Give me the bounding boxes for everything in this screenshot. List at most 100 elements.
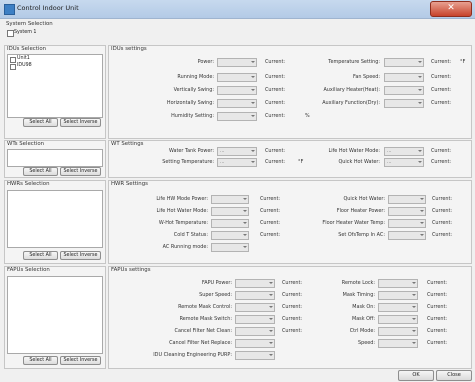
- title-bar: Control Indoor Unit ✕: [0, 0, 475, 19]
- idu-power-label: Power:: [197, 59, 214, 65]
- fapu-mask-timing-select[interactable]: [378, 291, 418, 300]
- hwr-life-mode-current: Current:: [260, 208, 281, 214]
- wt-power-label: Water Tank Power:: [168, 148, 214, 154]
- fapu-settings-title: FAPUs settings: [111, 267, 151, 273]
- idu-vertical-swing-select[interactable]: [217, 86, 257, 95]
- idu-aux-heat-select[interactable]: [384, 86, 424, 95]
- idu-settings-title: IDUs settings: [111, 46, 147, 52]
- idu-aux-dry-select[interactable]: [384, 99, 424, 108]
- hwr-floor-heater-power-select[interactable]: [388, 207, 426, 216]
- idu-selection-title: IDUs Selection: [7, 46, 47, 52]
- hwr-quick-hot-water-select[interactable]: [388, 195, 426, 204]
- fapu-mask-off-label: Mask Off:: [351, 316, 375, 322]
- hwr-w-hot-temp-select[interactable]: [211, 219, 249, 228]
- idu-power-select[interactable]: [217, 58, 257, 67]
- fapu-mask-on-label: Mask On:: [352, 304, 375, 310]
- system-selection-title: System Selection: [6, 21, 53, 27]
- idu-horizontal-swing-label: Horizontally Swing:: [166, 100, 214, 106]
- hwr-select-all-button[interactable]: Select All: [23, 251, 58, 260]
- idu-fan-speed-label: Fan Speed:: [353, 74, 380, 80]
- idu-humidity-select[interactable]: [217, 112, 257, 121]
- idu-humidity-label: Humidity Setting:: [171, 113, 214, 119]
- hwr-floor-heater-temp-label: Floor Heater Water Temp:: [322, 220, 385, 226]
- idu-degree-unit: °F: [460, 59, 466, 65]
- hwr-selection-title: HWRs Selection: [7, 181, 50, 187]
- idu-temperature-select[interactable]: [384, 58, 424, 67]
- hwr-offset-temp-current: Current:: [432, 232, 453, 238]
- idu-select-all-button[interactable]: Select All: [23, 118, 58, 127]
- fapu-mask-off-select[interactable]: [378, 315, 418, 324]
- close-window-button[interactable]: ✕: [430, 1, 472, 17]
- idu-aux-dry-label: Auxiliary Function(Dry):: [322, 100, 380, 106]
- fapu-cancel-filter-clean-select[interactable]: [235, 327, 275, 336]
- idu-running-mode-select[interactable]: [217, 73, 257, 82]
- fapu-speed-select[interactable]: [378, 339, 418, 348]
- fapu-remote-lock-current: Current:: [427, 280, 448, 286]
- fapu-speed-current: Current:: [427, 340, 448, 346]
- idu-temperature-current: Current:: [431, 59, 452, 65]
- fapu-cancel-filter-clean-label: Cancel Filter Net Clean:: [174, 328, 232, 334]
- fapu-select-all-button[interactable]: Select All: [23, 356, 58, 365]
- fapu-ctrl-mode-current: Current:: [427, 328, 448, 334]
- fapu-idu-cleaning-select[interactable]: [235, 351, 275, 360]
- fapu-power-select[interactable]: [235, 279, 275, 288]
- idu-list[interactable]: Unit1 IDU98: [7, 54, 103, 118]
- hwr-cold-status-label: Cold T Status:: [173, 232, 208, 238]
- fapu-cancel-filter-replace-label: Cancel Filter Net Replace:: [169, 340, 232, 346]
- wt-quick-hot-water-select[interactable]: ...: [384, 158, 424, 167]
- fapu-remote-lock-select[interactable]: [378, 279, 418, 288]
- idu-list-item[interactable]: IDU98: [17, 63, 32, 68]
- hwr-offset-temp-label: Set OfsTemp In AC:: [338, 232, 385, 238]
- wt-list[interactable]: [7, 149, 103, 167]
- fapu-selection-title: FAPUs Selection: [7, 267, 50, 273]
- wt-quick-hot-water-current: Current:: [431, 159, 452, 165]
- idu-temperature-label: Temperature Setting:: [328, 59, 380, 65]
- hwr-select-inverse-button[interactable]: Select Inverse: [60, 251, 101, 260]
- app-icon: [4, 4, 15, 15]
- hwr-w-hot-temp-label: W-Hot Temperature:: [158, 220, 208, 226]
- hwr-cold-status-select[interactable]: [211, 231, 249, 240]
- idu-item-checkbox[interactable]: [10, 57, 16, 63]
- hwr-offset-temp-select[interactable]: [388, 231, 426, 240]
- fapu-super-speed-select[interactable]: [235, 291, 275, 300]
- hwr-floor-heater-temp-select[interactable]: [388, 219, 426, 228]
- wt-setting-temp-select[interactable]: ...: [217, 158, 257, 167]
- hwr-cold-status-current: Current:: [260, 232, 281, 238]
- idu-list-item[interactable]: Unit1: [17, 56, 30, 61]
- fapu-ctrl-mode-select[interactable]: [378, 327, 418, 336]
- hwr-life-power-current: Current:: [260, 196, 281, 202]
- close-button[interactable]: Close: [436, 370, 472, 381]
- hwr-ac-mode-select[interactable]: [211, 243, 249, 252]
- wt-life-hot-water-select[interactable]: ...: [384, 147, 424, 156]
- idu-running-mode-current: Current:: [265, 74, 286, 80]
- fapu-cancel-filter-replace-select[interactable]: [235, 339, 275, 348]
- fapu-select-inverse-button[interactable]: Select Inverse: [60, 356, 101, 365]
- wt-quick-hot-water-label: Quick Hot Water:: [338, 159, 380, 165]
- hwr-floor-heater-temp-current: Current:: [432, 220, 453, 226]
- hwr-life-mode-label: Life Hot Water Mode:: [156, 208, 209, 214]
- fapu-mask-timing-label: Mask Timing:: [342, 292, 375, 298]
- hwr-life-mode-select[interactable]: [211, 207, 249, 216]
- hwr-list[interactable]: [7, 190, 103, 248]
- wt-select-inverse-button[interactable]: Select Inverse: [60, 167, 101, 176]
- idu-power-current: Current:: [265, 59, 286, 65]
- hwr-floor-heater-power-label: Floor Heater Power:: [336, 208, 385, 214]
- fapu-idu-cleaning-label: IDU Cleaning Engineering PURP:: [153, 352, 232, 358]
- idu-vertical-swing-current: Current:: [265, 87, 286, 93]
- system-checkbox[interactable]: [7, 30, 14, 37]
- ok-button[interactable]: OK: [398, 370, 434, 381]
- idu-fan-speed-select[interactable]: [384, 73, 424, 82]
- idu-item-checkbox[interactable]: [10, 64, 16, 70]
- idu-running-mode-label: Running Mode:: [177, 74, 214, 80]
- fapu-remote-mask-switch-select[interactable]: [235, 315, 275, 324]
- wt-power-select[interactable]: ...: [217, 147, 257, 156]
- fapu-list[interactable]: [7, 276, 103, 354]
- hwr-w-hot-temp-current: Current:: [260, 220, 281, 226]
- hwr-life-power-select[interactable]: [211, 195, 249, 204]
- fapu-remote-mask-control-select[interactable]: [235, 303, 275, 312]
- idu-horizontal-swing-select[interactable]: [217, 99, 257, 108]
- wt-select-all-button[interactable]: Select All: [23, 167, 58, 176]
- idu-select-inverse-button[interactable]: Select Inverse: [60, 118, 101, 127]
- fapu-mask-on-select[interactable]: [378, 303, 418, 312]
- window-title: Control Indoor Unit: [17, 4, 79, 12]
